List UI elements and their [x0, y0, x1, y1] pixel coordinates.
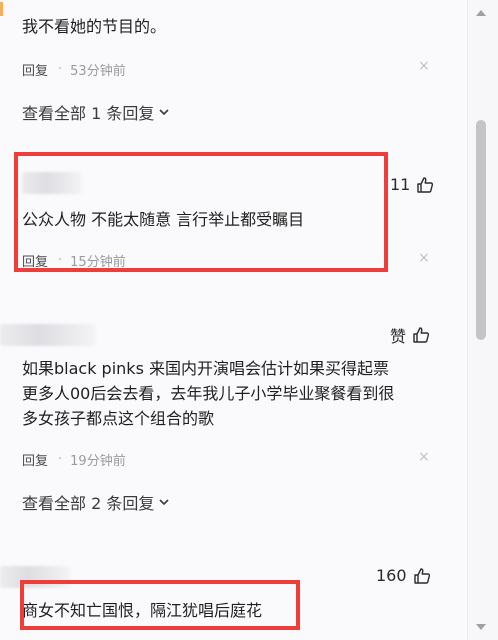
reply-button[interactable]: 回复: [22, 60, 48, 79]
comment-time: 53分钟前: [70, 64, 126, 79]
like-label: 赞: [390, 327, 407, 346]
highlight-box: [14, 152, 388, 272]
thumbs-up-icon: [413, 327, 430, 343]
separator-dot: ·: [58, 62, 63, 77]
thumbs-up-icon: [417, 176, 434, 193]
like-button[interactable]: 赞: [390, 323, 430, 347]
reply-button[interactable]: 回复: [22, 450, 48, 469]
comment-meta: 回复 · 53分钟前: [22, 60, 126, 79]
comment-text: 我不看她的节目的。: [22, 17, 167, 36]
like-count: 11: [390, 175, 411, 194]
like-count: 160: [376, 566, 407, 585]
comment-text-line: 更多人00后会去看，去年我儿子小学毕业聚餐看到很: [22, 384, 395, 403]
scrollbar[interactable]: [467, 0, 498, 640]
page-edge-marker: [0, 2, 3, 16]
expand-replies-button[interactable]: 查看全部 1 条回复: [22, 100, 170, 124]
separator-dot: ·: [58, 452, 63, 467]
blurred-username: [0, 324, 96, 346]
comment-text-line: 如果black pinks 来国内开演唱会估计如果买得起票: [22, 359, 389, 378]
comment-text-line: 多女孩子都点这个组合的歌: [22, 409, 215, 428]
expand-replies-label: 查看全部 1 条回复: [22, 104, 155, 123]
expand-replies-button[interactable]: 查看全部 2 条回复: [22, 490, 170, 514]
scroll-thumb[interactable]: [476, 120, 486, 340]
thumbs-up-icon: [413, 567, 430, 584]
like-button[interactable]: 11: [390, 175, 434, 194]
comment-time: 19分钟前: [70, 454, 126, 469]
chevron-down-icon: [159, 499, 169, 506]
expand-replies-label: 查看全部 2 条回复: [22, 494, 155, 513]
close-icon[interactable]: ×: [418, 449, 430, 465]
highlight-box: [20, 580, 300, 630]
chevron-down-icon: [159, 109, 169, 116]
like-button[interactable]: 160: [376, 566, 431, 585]
scroll-down-arrow-icon[interactable]: [476, 624, 486, 630]
scroll-up-arrow-icon[interactable]: [476, 10, 486, 16]
close-icon[interactable]: ×: [418, 250, 430, 266]
close-icon[interactable]: ×: [418, 58, 430, 74]
comment-meta: 回复 · 19分钟前: [22, 450, 126, 469]
